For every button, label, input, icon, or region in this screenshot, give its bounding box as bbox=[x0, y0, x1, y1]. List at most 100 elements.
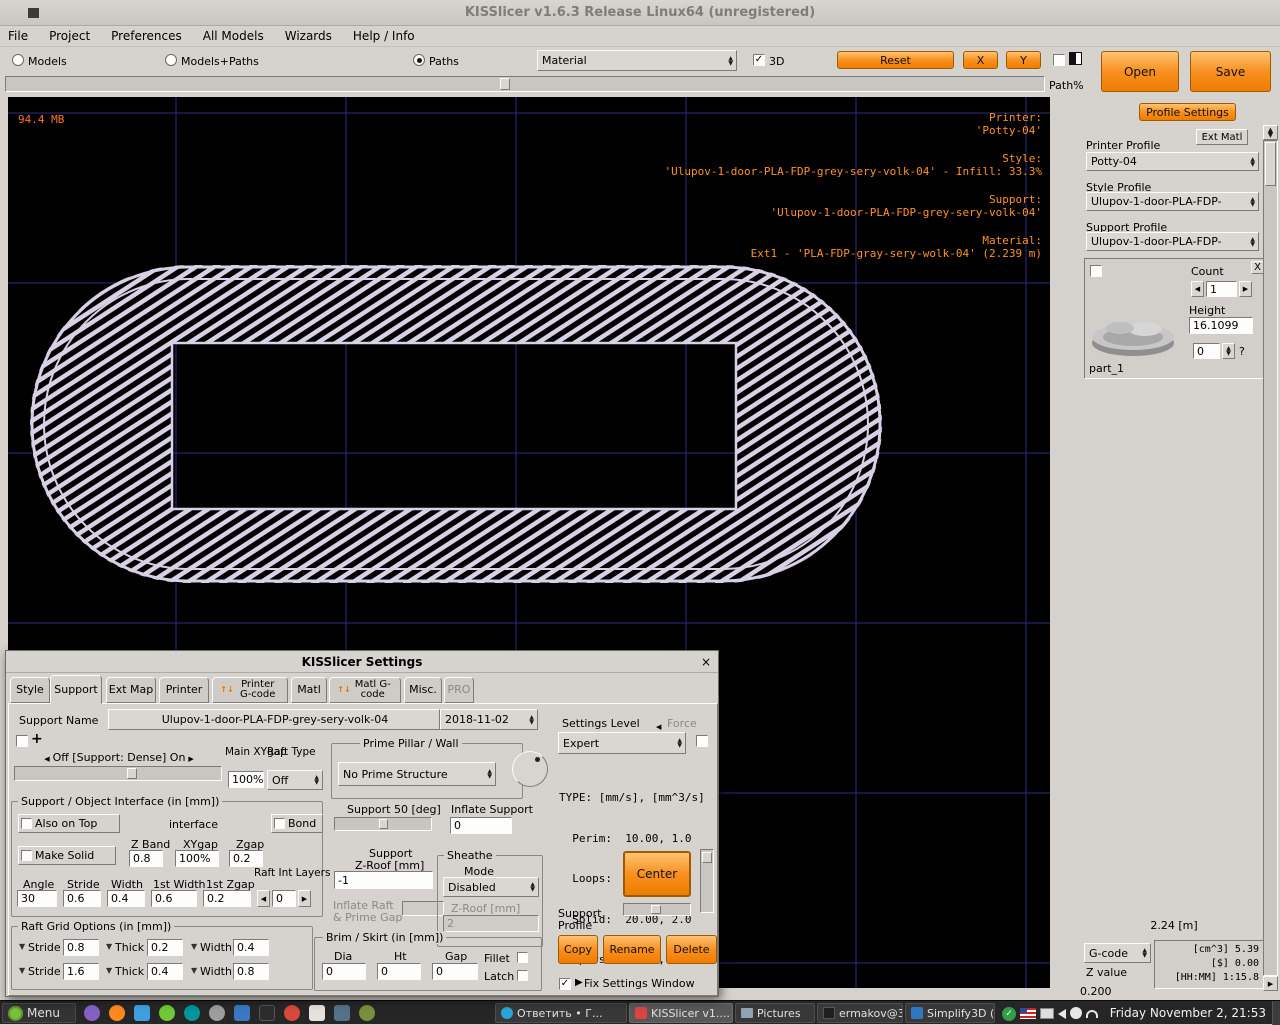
support-date-spinner[interactable]: 2018-11-02 bbox=[440, 709, 538, 730]
count-increment-icon[interactable] bbox=[1239, 281, 1252, 297]
raft-row1-width-field[interactable]: 0.4 bbox=[233, 939, 269, 956]
raft-row2-thick-icon[interactable] bbox=[106, 966, 112, 975]
taskbar-window-telegram[interactable]: Ответить • Г... bbox=[495, 1003, 627, 1023]
launcher-firefox-icon[interactable] bbox=[109, 1005, 125, 1021]
raft-row1-width-icon[interactable] bbox=[191, 942, 197, 951]
updown-spinner-icon[interactable] bbox=[1225, 346, 1232, 356]
x-button[interactable]: X bbox=[963, 51, 998, 69]
support50-slider-thumb[interactable] bbox=[379, 819, 388, 829]
menu-file[interactable]: File bbox=[8, 29, 28, 43]
brim-latch-checkbox[interactable] bbox=[517, 970, 528, 981]
raft-int-increment-icon[interactable] bbox=[298, 890, 311, 907]
updown-spinner-icon[interactable] bbox=[1141, 948, 1148, 958]
launcher-mail-icon[interactable] bbox=[134, 1005, 150, 1021]
models-radio[interactable] bbox=[12, 54, 24, 66]
paths-radio[interactable] bbox=[413, 54, 425, 66]
tab-printer-gcode[interactable]: ↑↓Printer G-code bbox=[212, 677, 288, 703]
updown-spinner-icon[interactable] bbox=[676, 738, 683, 748]
inflate-support-field[interactable]: 0 bbox=[450, 817, 512, 834]
support-name-field[interactable]: Ulupov-1-door-PLA-FDP-grey-sery-volk-04 bbox=[108, 709, 440, 730]
launcher-calc-icon[interactable] bbox=[359, 1005, 375, 1021]
start-menu-button[interactable]: Menu bbox=[2, 1003, 76, 1023]
scrollbar-up-icon[interactable] bbox=[1263, 125, 1278, 140]
zgap-field[interactable]: 0.2 bbox=[229, 850, 263, 867]
taskbar-window-kisslicer[interactable]: KISSlicer v1.... bbox=[629, 1003, 733, 1023]
menu-preferences[interactable]: Preferences bbox=[111, 29, 182, 43]
keyboard-layout-icon[interactable] bbox=[1040, 1008, 1054, 1019]
part-thumbnail[interactable] bbox=[1087, 297, 1185, 361]
settings-level-select[interactable]: Expert bbox=[558, 732, 686, 754]
settings-titlebar[interactable]: KISSlicer Settings × bbox=[6, 651, 718, 673]
center-button[interactable]: Center bbox=[623, 851, 691, 897]
interface-xygap-field[interactable]: 100% bbox=[175, 850, 219, 867]
tab-misc[interactable]: Misc. bbox=[404, 677, 442, 703]
split-view-icon[interactable] bbox=[1069, 52, 1082, 65]
launcher-gimp-icon[interactable] bbox=[209, 1005, 225, 1021]
brim-fillet-checkbox[interactable] bbox=[517, 952, 528, 963]
raft-type-select[interactable]: Off bbox=[267, 770, 323, 790]
path-percent-slider-thumb[interactable] bbox=[500, 78, 510, 90]
view-mode-select[interactable]: Material bbox=[537, 50, 737, 71]
make-solid-option[interactable]: Make Solid bbox=[18, 846, 116, 865]
volume-icon[interactable] bbox=[1058, 1009, 1066, 1019]
raft-row1-stride-field[interactable]: 0.8 bbox=[63, 939, 99, 956]
tab-style[interactable]: Style bbox=[10, 677, 50, 703]
gcode-select[interactable]: G-code bbox=[1084, 943, 1151, 963]
sheathe-mode-select[interactable]: Disabled bbox=[443, 877, 539, 897]
window-titlebar[interactable]: KISSlicer v1.6.3 Release Linux64 (unregi… bbox=[0, 0, 1280, 26]
raft-row2-stride-field[interactable]: 1.6 bbox=[63, 963, 99, 980]
path-option-checkbox[interactable] bbox=[1053, 54, 1065, 66]
width-field[interactable]: 0.4 bbox=[107, 890, 145, 907]
height-field[interactable]: 16.1099 bbox=[1189, 317, 1253, 334]
parts-scrollbar-thumb[interactable] bbox=[1265, 142, 1276, 186]
tab-support[interactable]: Support bbox=[50, 675, 102, 704]
support-density-slider[interactable] bbox=[14, 766, 222, 781]
printer-profile-select[interactable]: Potty-04 bbox=[1086, 152, 1259, 171]
raft-row2-width-icon[interactable] bbox=[191, 966, 197, 975]
3d-checkbox[interactable] bbox=[753, 54, 765, 66]
updown-spinner-icon[interactable] bbox=[1249, 157, 1256, 167]
copy-button[interactable]: Copy bbox=[558, 935, 598, 964]
updown-spinner-icon[interactable] bbox=[727, 56, 734, 66]
tab-printer[interactable]: Printer bbox=[159, 677, 209, 703]
support-enable-checkbox[interactable] bbox=[16, 735, 28, 747]
updown-spinner-icon[interactable] bbox=[486, 769, 493, 779]
density-right-icon[interactable] bbox=[188, 751, 193, 764]
center-horizontal-slider-thumb[interactable] bbox=[651, 905, 661, 914]
settings-close-icon[interactable]: × bbox=[698, 654, 714, 670]
menu-project[interactable]: Project bbox=[49, 29, 90, 43]
raft-row1-thick-field[interactable]: 0.2 bbox=[147, 939, 183, 956]
prime-dial[interactable] bbox=[512, 751, 548, 787]
updown-spinner-icon[interactable] bbox=[528, 715, 535, 725]
raft-row2-thick-field[interactable]: 0.4 bbox=[147, 963, 183, 980]
rotation-spinner[interactable] bbox=[1222, 343, 1235, 359]
reset-button[interactable]: Reset bbox=[837, 51, 954, 69]
models-paths-radio[interactable] bbox=[165, 54, 177, 66]
shield-check-icon[interactable]: ✓ bbox=[1002, 1007, 1016, 1021]
z-band-field[interactable]: 0.8 bbox=[129, 850, 163, 867]
ext-matl-button[interactable]: Ext Matl bbox=[1196, 129, 1248, 145]
profile-settings-button[interactable]: Profile Settings bbox=[1139, 103, 1236, 121]
updown-spinner-icon[interactable] bbox=[1249, 197, 1256, 207]
first-width-field[interactable]: 0.6 bbox=[151, 890, 197, 907]
tab-matl[interactable]: Matl bbox=[291, 677, 327, 703]
raft-row2-width-field[interactable]: 0.8 bbox=[233, 963, 269, 980]
also-on-top-option[interactable]: Also on Top bbox=[18, 814, 120, 833]
us-flag-icon[interactable] bbox=[1020, 1008, 1036, 1019]
window-menu-icon[interactable] bbox=[28, 8, 39, 18]
raft-int-layers-field[interactable]: 0 bbox=[272, 890, 296, 907]
support50-slider[interactable] bbox=[334, 817, 432, 831]
brim-gap-field[interactable]: 0 bbox=[432, 963, 478, 980]
make-solid-checkbox[interactable] bbox=[21, 850, 32, 861]
tab-ext-map[interactable]: Ext Map bbox=[106, 677, 156, 703]
fix-settings-checkbox[interactable] bbox=[559, 978, 571, 990]
main-xygap-field[interactable]: 100% bbox=[228, 771, 264, 788]
stride-field[interactable]: 0.6 bbox=[63, 890, 101, 907]
menu-help-info[interactable]: Help / Info bbox=[353, 29, 415, 43]
y-button[interactable]: Y bbox=[1006, 51, 1041, 69]
center-horizontal-slider[interactable] bbox=[623, 903, 691, 916]
user-icon[interactable] bbox=[1070, 1007, 1082, 1019]
count-decrement-icon[interactable] bbox=[1191, 281, 1204, 297]
support-profile-select[interactable]: Ulupov-1-door-PLA-FDP- bbox=[1086, 232, 1259, 251]
raft-int-decrement-icon[interactable] bbox=[257, 890, 270, 907]
